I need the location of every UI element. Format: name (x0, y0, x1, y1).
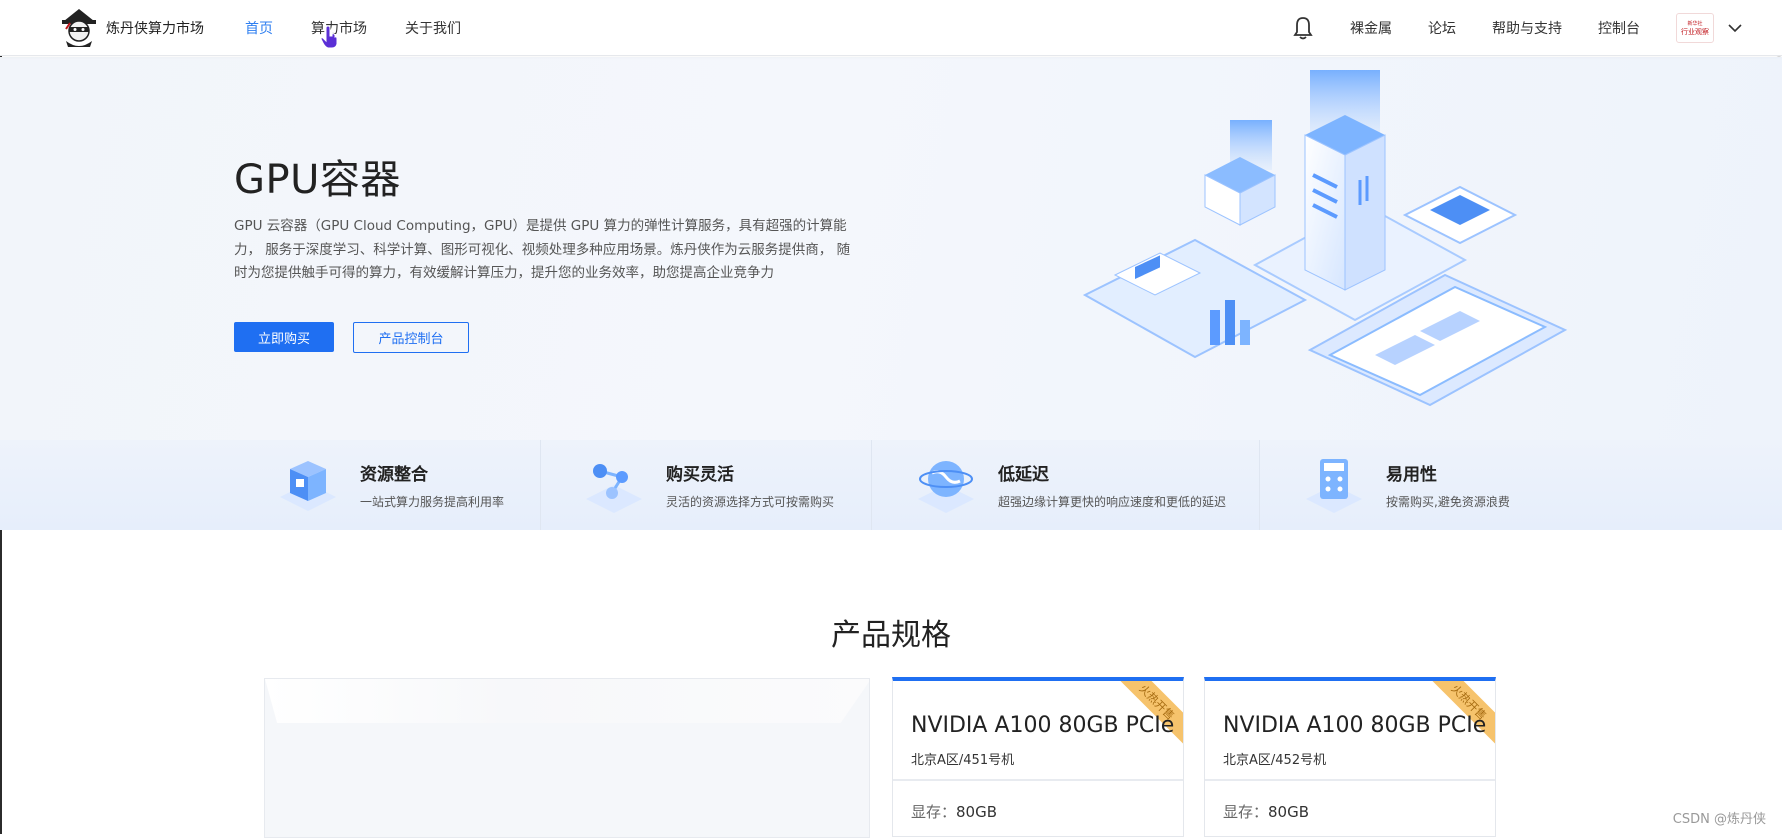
memory-value: 80GB (956, 803, 998, 821)
feature-title: 易用性 (1386, 465, 1437, 485)
user-menu[interactable]: 新华社 行业观察 (1676, 13, 1742, 43)
product-name: NVIDIA A100 80GB PCIe (911, 713, 1175, 738)
feature-title: 低延迟 (998, 465, 1049, 485)
card-divider (1205, 779, 1495, 781)
hand-cursor-icon (320, 26, 338, 49)
bell-icon[interactable] (1292, 16, 1314, 40)
memory-label: 显存： (911, 803, 957, 821)
feature-item: 资源整合 一站式算力服务提高利用率 (272, 440, 504, 530)
avatar-line2: 新华社 (1687, 21, 1703, 27)
card-divider (893, 779, 1183, 781)
feature-desc: 灵活的资源选择方式可按需购买 (666, 495, 835, 509)
product-card[interactable]: 火热开售 NVIDIA A100 80GB PCIe 北京A区/451号机 显存… (892, 677, 1184, 837)
placeholder-card (264, 678, 870, 838)
chevron-down-icon[interactable] (1728, 23, 1742, 33)
feature-title: 购买灵活 (666, 465, 734, 485)
feature-title: 资源整合 (360, 465, 428, 485)
top-navbar: 炼丹侠算力市场 首页 算力市场 关于我们 裸金属 论坛 帮助与支持 控制台 新华… (0, 0, 1782, 56)
feature-desc: 按需购买,避免资源浪费 (1386, 495, 1510, 509)
calculator-icon (1306, 459, 1362, 513)
product-console-button[interactable]: 产品控制台 (353, 322, 469, 353)
feature-item: 购买灵活 灵活的资源选择方式可按需购买 (578, 440, 834, 530)
hero-title: GPU容器 (234, 157, 401, 203)
product-card[interactable]: 火热开售 NVIDIA A100 80GB PCIe 北京A区/452号机 显存… (1204, 677, 1496, 837)
feature-item: 低延迟 超强边缘计算更快的响应速度和更低的延迟 (910, 440, 1226, 530)
feature-divider (1259, 440, 1260, 530)
avatar-line1: 行业观察 (1681, 28, 1709, 36)
feature-item: 易用性 按需购买,避免资源浪费 (1298, 440, 1510, 530)
nav-about-us[interactable]: 关于我们 (405, 18, 461, 38)
brand[interactable]: 炼丹侠算力市场 (60, 6, 204, 50)
hero-description: GPU 云容器（GPU Cloud Computing，GPU）是提供 GPU … (234, 218, 851, 281)
product-memory: 显存：80GB (1223, 801, 1309, 822)
main-nav: 首页 算力市场 关于我们 (245, 0, 461, 56)
product-location: 北京A区/451号机 (911, 753, 1015, 768)
nav-forum[interactable]: 论坛 (1428, 18, 1456, 38)
avatar[interactable]: 新华社 行业观察 (1676, 13, 1714, 43)
brand-name: 炼丹侠算力市场 (106, 21, 204, 37)
product-name: NVIDIA A100 80GB PCIe (1223, 713, 1487, 738)
network-nodes-icon (586, 464, 642, 513)
nav-help-support[interactable]: 帮助与支持 (1492, 18, 1562, 38)
globe-icon (918, 461, 974, 513)
isometric-server-illustration (1082, 70, 1568, 407)
feature-divider (540, 440, 541, 530)
buy-now-button[interactable]: 立即购买 (234, 322, 334, 352)
memory-value: 80GB (1268, 803, 1310, 821)
card-highlight (265, 679, 869, 723)
hero-banner: GPU容器 GPU 云容器（GPU Cloud Computing，GPU）是提… (0, 57, 1782, 440)
specs-section-title: 产品规格 (831, 618, 951, 653)
feature-strip: 资源整合 一站式算力服务提高利用率 购买灵活 灵活的资源选择方式可按需购买 低延… (0, 440, 1782, 530)
nav-console[interactable]: 控制台 (1598, 18, 1640, 38)
right-nav: 裸金属 论坛 帮助与支持 控制台 新华社 行业观察 (1292, 0, 1742, 56)
nav-bare-metal[interactable]: 裸金属 (1350, 18, 1392, 38)
feature-desc: 超强边缘计算更快的响应速度和更低的延迟 (998, 495, 1227, 509)
memory-label: 显存： (1223, 803, 1269, 821)
cube-chip-icon (280, 461, 336, 511)
feature-desc: 一站式算力服务提高利用率 (360, 495, 505, 509)
product-location: 北京A区/452号机 (1223, 753, 1327, 768)
ninja-logo-icon (62, 9, 96, 47)
feature-divider (871, 440, 872, 530)
nav-home[interactable]: 首页 (245, 18, 273, 38)
csdn-watermark: CSDN @炼丹侠 (1672, 812, 1766, 827)
product-memory: 显存：80GB (911, 801, 997, 822)
